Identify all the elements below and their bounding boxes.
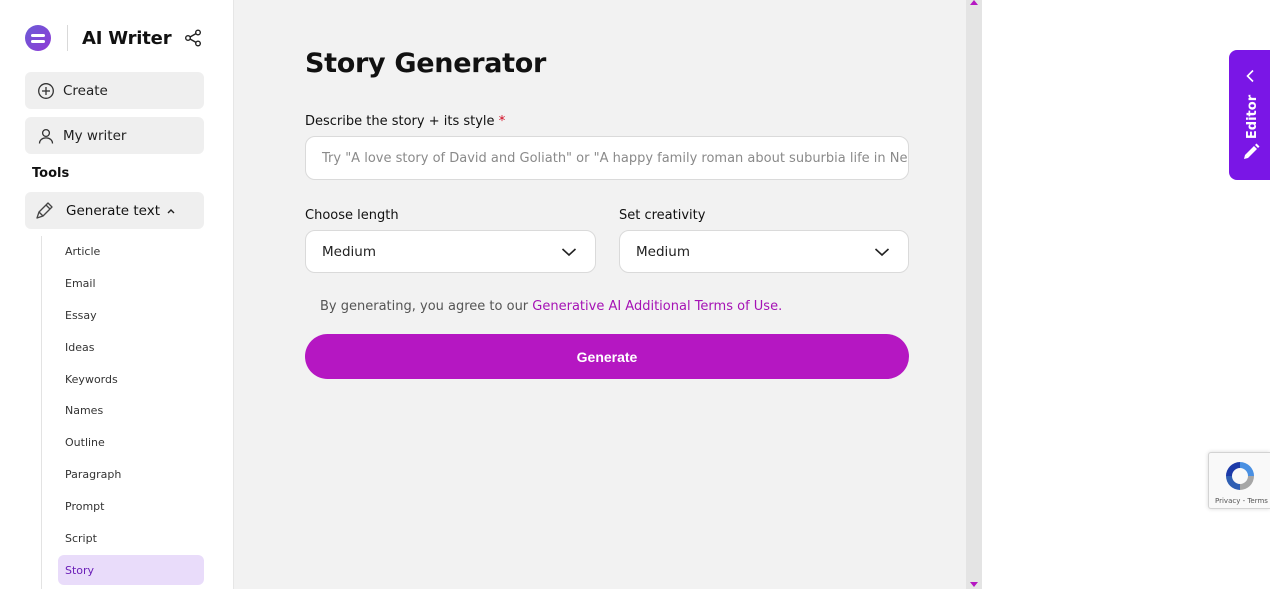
app-logo-icon[interactable] — [25, 25, 51, 51]
sidebar-item-essay[interactable]: Essay — [58, 300, 204, 330]
describe-label: Describe the story + its style * — [305, 114, 505, 129]
scrollbar[interactable] — [966, 0, 982, 589]
sidebar-item-email[interactable]: Email — [58, 268, 204, 298]
creativity-select[interactable]: Medium — [619, 230, 909, 273]
user-icon — [38, 128, 54, 144]
plus-circle-icon — [38, 82, 54, 99]
my-writer-button[interactable]: My writer — [25, 117, 204, 154]
chevron-down-icon — [561, 247, 577, 256]
sidebar-item-prompt[interactable]: Prompt — [58, 491, 204, 521]
length-label: Choose length — [305, 208, 399, 223]
length-value: Medium — [322, 243, 376, 260]
terms-link[interactable]: Generative AI Additional Terms of Use. — [532, 299, 782, 314]
create-label: Create — [63, 82, 108, 99]
sidebar-item-article[interactable]: Article — [58, 236, 204, 266]
recaptcha-badge[interactable]: Privacy - Terms — [1208, 452, 1270, 509]
submenu-guide-line — [41, 236, 42, 589]
pencil-icon — [36, 201, 53, 219]
chevron-left-icon — [1246, 69, 1254, 83]
page-title: Story Generator — [305, 48, 547, 79]
terms-notice: By generating, you agree to our Generati… — [320, 299, 782, 314]
recaptcha-icon — [1226, 462, 1254, 490]
app-title: AI Writer — [82, 27, 172, 49]
required-mark: * — [498, 114, 506, 129]
scroll-down-arrow-icon[interactable] — [970, 582, 978, 587]
sidebar-item-ideas[interactable]: Ideas — [58, 332, 204, 362]
generate-text-label: Generate text — [66, 202, 160, 219]
creativity-label: Set creativity — [619, 208, 706, 223]
recaptcha-links[interactable]: Privacy - Terms — [1215, 497, 1268, 505]
pencil-icon — [1244, 143, 1260, 159]
main-panel — [234, 0, 966, 589]
story-description-input[interactable]: Try "A love story of David and Goliath" … — [305, 136, 909, 180]
generate-button[interactable]: Generate — [305, 334, 909, 379]
share-icon[interactable] — [184, 29, 202, 47]
creativity-value: Medium — [636, 243, 690, 260]
chevron-up-icon — [167, 208, 175, 213]
length-select[interactable]: Medium — [305, 230, 596, 273]
describe-label-text: Describe the story + its style — [305, 114, 495, 129]
my-writer-label: My writer — [63, 127, 127, 144]
editor-label: Editor — [1244, 94, 1260, 140]
chevron-down-icon — [874, 247, 890, 256]
tools-heading: Tools — [32, 166, 70, 181]
sidebar-item-outline[interactable]: Outline — [58, 427, 204, 457]
generate-text-toggle[interactable]: Generate text — [25, 192, 204, 229]
sidebar-item-keywords[interactable]: Keywords — [58, 364, 204, 394]
sidebar-item-script[interactable]: Script — [58, 523, 204, 553]
sidebar: AI Writer Create My writer Tools Generat… — [0, 0, 234, 589]
terms-prefix: By generating, you agree to our — [320, 299, 533, 314]
brand-divider — [67, 25, 68, 51]
scroll-up-arrow-icon[interactable] — [970, 0, 978, 5]
sidebar-item-paragraph[interactable]: Paragraph — [58, 459, 204, 489]
create-button[interactable]: Create — [25, 72, 204, 109]
sidebar-item-story[interactable]: Story — [58, 555, 204, 585]
sidebar-item-names[interactable]: Names — [58, 395, 204, 425]
